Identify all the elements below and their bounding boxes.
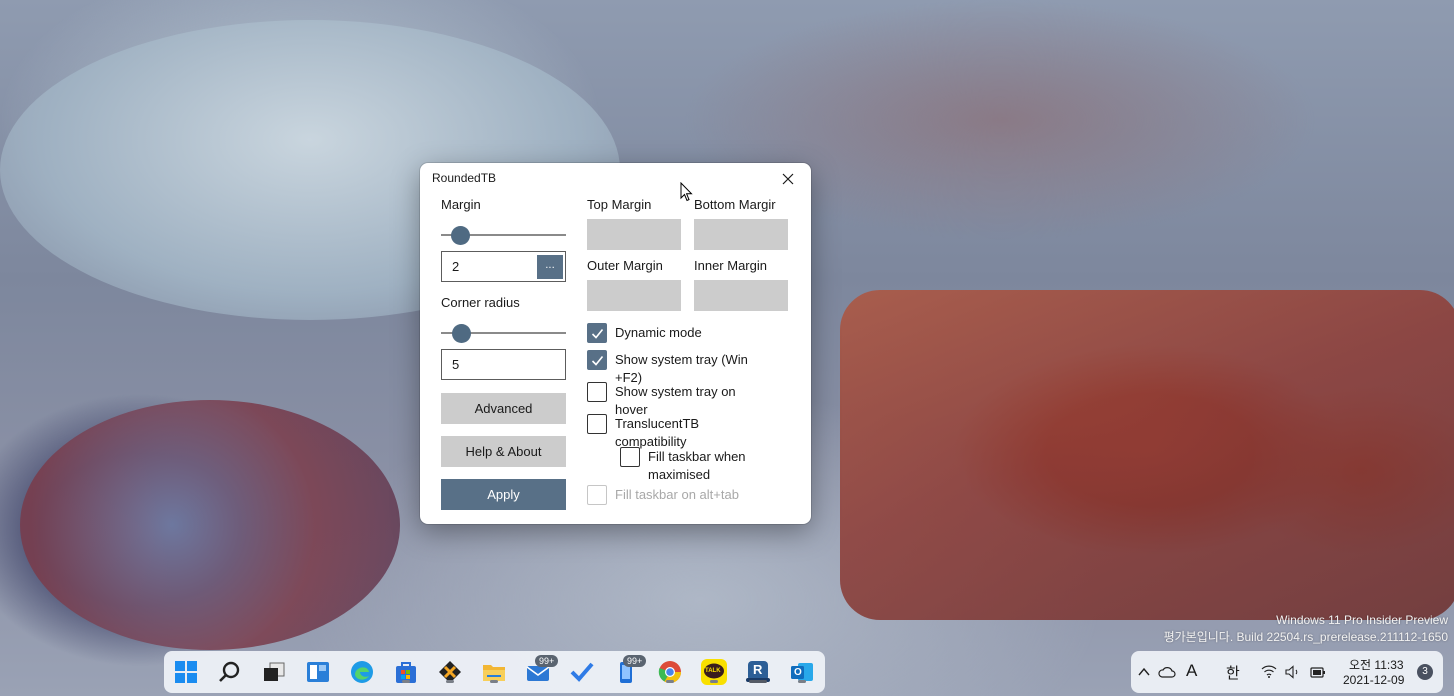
dynamic-mode-label: Dynamic mode: [615, 325, 702, 340]
battery-icon[interactable]: [1309, 665, 1327, 679]
build-watermark-line1: Windows 11 Pro Insider Preview: [1276, 613, 1448, 627]
clock-date[interactable]: 2021-12-09: [1343, 673, 1404, 687]
bottom-margin-input[interactable]: [694, 219, 788, 250]
chevron-up-icon[interactable]: [1138, 667, 1150, 677]
onedrive-icon[interactable]: [1158, 665, 1176, 679]
margin-value: 2: [452, 259, 460, 274]
start-icon: [175, 661, 197, 683]
running-indicator: [490, 680, 498, 683]
running-indicator: [402, 680, 410, 683]
running-indicator: [666, 680, 674, 683]
corner-radius-slider[interactable]: [441, 323, 566, 343]
roundedtb-window: RoundedTB Margin 2 ... Corner radius 5 A…: [420, 163, 811, 524]
wifi-icon[interactable]: [1261, 665, 1277, 678]
edge-icon: [351, 661, 373, 683]
store-button[interactable]: [393, 659, 419, 685]
system-tray: A 한 오전 11:33 2021-12-09 3: [1131, 651, 1443, 693]
margin-slider[interactable]: [441, 225, 566, 245]
show-tray-on-hover-checkbox[interactable]: [587, 382, 607, 402]
slider-thumb[interactable]: [452, 324, 471, 343]
volume-icon[interactable]: [1285, 665, 1301, 679]
ime-hangul-indicator[interactable]: 한: [1226, 662, 1240, 683]
task-view-icon: [264, 662, 285, 681]
inner-margin-input[interactable]: [694, 280, 788, 311]
edge-button[interactable]: [349, 659, 375, 685]
translucenttb-checkbox[interactable]: [587, 414, 607, 434]
clock-time[interactable]: 오전 11:33: [1349, 656, 1404, 673]
show-system-tray-checkbox[interactable]: [587, 350, 607, 370]
phone-badge: 99+: [623, 655, 647, 667]
corner-radius-input[interactable]: 5: [441, 349, 566, 380]
top-margin-label: Top Margin: [587, 197, 652, 212]
todo-button[interactable]: [569, 659, 595, 685]
build-watermark-line2: 평가본입니다. Build 22504.rs_prerelease.211112…: [1163, 630, 1448, 644]
inner-margin-label: Inner Margin: [694, 258, 767, 273]
slider-thumb[interactable]: [451, 226, 470, 245]
widgets-icon: [307, 662, 329, 682]
window-title: RoundedTB: [432, 171, 497, 185]
outlook-button[interactable]: O: [789, 659, 815, 685]
search-button[interactable]: [217, 659, 243, 685]
fill-when-maximised-checkbox[interactable]: [620, 447, 640, 467]
dynamic-mode-checkbox[interactable]: [587, 323, 607, 343]
check-icon: [591, 355, 604, 366]
notification-count-badge[interactable]: 3: [1417, 664, 1433, 680]
fill-when-maximised-label: Fill taskbar when maximised: [648, 449, 746, 482]
kakaotalk-icon-text: TALK: [705, 668, 721, 674]
running-indicator: [446, 680, 454, 683]
corner-radius-value: 5: [452, 357, 460, 372]
advanced-button[interactable]: Advanced: [441, 393, 566, 424]
wallpaper-rock: [840, 290, 1454, 620]
running-indicator: [710, 680, 718, 683]
apply-button[interactable]: Apply: [441, 479, 566, 510]
title-bar: RoundedTB: [420, 163, 811, 195]
close-icon: [782, 173, 794, 185]
corner-radius-label: Corner radius: [441, 295, 520, 310]
outer-margin-input[interactable]: [587, 280, 681, 311]
ime-mode-indicator[interactable]: A: [1186, 661, 1197, 681]
taskbar: 99+ 99+ TALK R O: [164, 651, 825, 693]
start-button[interactable]: [173, 659, 199, 685]
top-margin-input[interactable]: [587, 219, 681, 250]
show-tray-on-hover-label: Show system tray on hover: [615, 384, 736, 417]
search-icon: [219, 661, 240, 682]
margin-more-button[interactable]: ...: [537, 255, 563, 279]
close-button[interactable]: [773, 167, 803, 191]
running-indicator: [798, 680, 806, 683]
todo-icon: [570, 662, 594, 682]
fill-on-alttab-checkbox[interactable]: [587, 485, 607, 505]
file-explorer-button[interactable]: [481, 659, 507, 685]
task-view-button[interactable]: [261, 659, 287, 685]
kakaotalk-button[interactable]: TALK: [701, 659, 727, 685]
show-system-tray-label: Show system tray (Win +F2): [615, 352, 748, 385]
outer-margin-label: Outer Margin: [587, 258, 663, 273]
mouse-cursor-icon: [680, 182, 693, 202]
xbox-game-button[interactable]: [437, 659, 463, 685]
roundedtb-button[interactable]: R: [745, 659, 771, 685]
help-about-button[interactable]: Help & About: [441, 436, 566, 467]
margin-label: Margin: [441, 197, 481, 212]
wallpaper-rock: [20, 400, 400, 650]
bottom-margin-label: Bottom Margir: [694, 197, 776, 212]
mail-badge: 99+: [535, 655, 559, 667]
widgets-button[interactable]: [305, 659, 331, 685]
mail-button[interactable]: 99+: [525, 655, 559, 685]
roundedtb-icon-text: R: [753, 662, 763, 677]
outlook-icon-text: O: [794, 667, 802, 678]
active-indicator: [749, 680, 767, 683]
fill-on-alttab-label: Fill taskbar on alt+tab: [615, 487, 739, 502]
translucenttb-label: TranslucentTB compatibility: [615, 416, 700, 449]
chrome-button[interactable]: [657, 659, 683, 685]
phone-button[interactable]: 99+: [613, 655, 647, 685]
check-icon: [591, 328, 604, 339]
